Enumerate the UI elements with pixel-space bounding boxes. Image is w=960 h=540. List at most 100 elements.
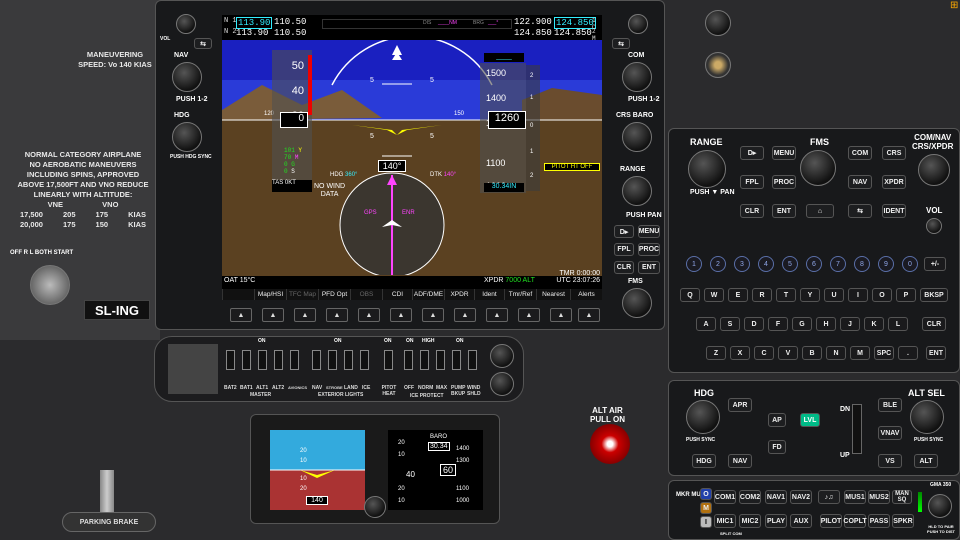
key-b[interactable]: B — [802, 346, 822, 360]
softkey-button[interactable]: ▲ — [454, 308, 476, 322]
com-knob[interactable] — [622, 62, 652, 92]
clr-button[interactable]: CLR — [740, 204, 764, 218]
standby-knob[interactable] — [364, 496, 386, 518]
alt2-switch[interactable] — [274, 350, 283, 370]
alt-sel-knob[interactable] — [910, 400, 944, 434]
key-a[interactable]: A — [696, 317, 716, 331]
pitot-heat-switch[interactable] — [384, 350, 393, 370]
ap-hdg-knob[interactable] — [686, 400, 720, 434]
fpl-button[interactable]: FPL — [614, 243, 634, 256]
comnav-knob[interactable] — [918, 154, 950, 186]
bat2-switch[interactable] — [226, 350, 235, 370]
vol-knob[interactable] — [926, 218, 942, 234]
ent-button[interactable]: ENT — [638, 261, 660, 274]
key-clr[interactable]: CLR — [922, 317, 946, 331]
direct-to-button[interactable]: D▸ — [614, 225, 634, 238]
pilot-button[interactable]: PILOT — [820, 514, 842, 528]
key-s[interactable]: S — [720, 317, 740, 331]
aux-button[interactable]: AUX — [790, 514, 812, 528]
ap-button[interactable]: AP — [768, 413, 786, 427]
proc-button[interactable]: PROC — [772, 175, 796, 189]
menu-button[interactable]: MENU — [772, 146, 796, 160]
proc-button[interactable]: PROC — [638, 243, 660, 256]
softkey-button[interactable]: ▲ — [486, 308, 508, 322]
instrument-knob[interactable] — [705, 10, 731, 36]
avionics-switch[interactable] — [290, 350, 299, 370]
menu-button[interactable]: MENU — [638, 225, 660, 238]
softkey-button[interactable]: ▲ — [550, 308, 572, 322]
mus2-button[interactable]: MUS2 — [868, 490, 890, 504]
nav-light-switch[interactable] — [312, 350, 321, 370]
key-bksp[interactable]: BKSP — [920, 288, 948, 302]
key-v[interactable]: V — [778, 346, 798, 360]
key-2[interactable]: 2 — [710, 256, 726, 272]
vs-button[interactable]: VS — [878, 454, 902, 468]
key-plusminus[interactable]: +/- — [924, 257, 946, 271]
nav-mode-button[interactable]: NAV — [728, 454, 752, 468]
mic1-button[interactable]: MIC1 — [714, 514, 736, 528]
nav-button[interactable]: NAV — [848, 175, 872, 189]
key-7[interactable]: 7 — [830, 256, 846, 272]
pass-button[interactable]: PASS — [868, 514, 890, 528]
key-1[interactable]: 1 — [686, 256, 702, 272]
range-knob[interactable] — [688, 150, 726, 188]
instrument-knob[interactable] — [705, 52, 731, 78]
ice-off-switch[interactable] — [404, 350, 413, 370]
key-t[interactable]: T — [776, 288, 796, 302]
key-ent[interactable]: ENT — [926, 346, 946, 360]
key-o[interactable]: O — [872, 288, 892, 302]
dimmer-knob[interactable] — [490, 372, 514, 396]
com-button[interactable]: COM — [848, 146, 872, 160]
softkey-button[interactable]: ▲ — [390, 308, 412, 322]
key-4[interactable]: 4 — [758, 256, 774, 272]
wind-shld-switch[interactable] — [468, 350, 477, 370]
ble-button[interactable]: BLE — [878, 398, 902, 412]
key-n[interactable]: N — [826, 346, 846, 360]
key-3[interactable]: 3 — [734, 256, 750, 272]
key-5[interactable]: 5 — [782, 256, 798, 272]
key-6[interactable]: 6 — [806, 256, 822, 272]
softkey-button[interactable]: ▲ — [326, 308, 348, 322]
com-vol-knob[interactable] — [628, 14, 648, 34]
crs-baro-knob[interactable] — [622, 122, 652, 152]
softkey-button[interactable]: ▲ — [518, 308, 540, 322]
key-x[interactable]: X — [730, 346, 750, 360]
music-button[interactable]: ♪♫ — [818, 490, 840, 504]
crs-button[interactable]: CRS — [882, 146, 906, 160]
nav1-button[interactable]: NAV1 — [765, 490, 787, 504]
fms-knob[interactable] — [800, 150, 836, 186]
clr-button[interactable]: CLR — [614, 261, 634, 274]
vnav-button[interactable]: VNAV — [878, 426, 902, 440]
key-c[interactable]: C — [754, 346, 774, 360]
key-spc[interactable]: SPC — [874, 346, 894, 360]
key-q[interactable]: Q — [680, 288, 700, 302]
land-switch[interactable] — [344, 350, 353, 370]
key-y[interactable]: Y — [800, 288, 820, 302]
key-8[interactable]: 8 — [854, 256, 870, 272]
key-f[interactable]: F — [768, 317, 788, 331]
direct-to-button[interactable]: D▸ — [740, 146, 764, 160]
alt1-switch[interactable] — [258, 350, 267, 370]
settings-icon[interactable]: ⊞ — [950, 0, 960, 11]
key-p[interactable]: P — [896, 288, 916, 302]
softkey-button[interactable]: ▲ — [230, 308, 252, 322]
key-dot[interactable]: . — [898, 346, 918, 360]
mic2-button[interactable]: MIC2 — [739, 514, 761, 528]
key-u[interactable]: U — [824, 288, 844, 302]
key-k[interactable]: K — [864, 317, 884, 331]
vertical-speed-wheel[interactable] — [852, 404, 862, 454]
range-knob[interactable] — [622, 176, 652, 206]
spkr-button[interactable]: SPKR — [892, 514, 914, 528]
com1-button[interactable]: COM1 — [714, 490, 736, 504]
key-0[interactable]: 0 — [902, 256, 918, 272]
home-button[interactable]: ⌂ — [806, 204, 834, 218]
coplt-button[interactable]: COPLT — [843, 514, 867, 528]
strobe-switch[interactable] — [328, 350, 337, 370]
fd-button[interactable]: FD — [768, 440, 786, 454]
lvl-button[interactable]: LVL — [800, 413, 820, 427]
alt-air-knob[interactable] — [590, 424, 630, 464]
com-swap-button[interactable]: ⇆ — [612, 38, 630, 49]
key-r[interactable]: R — [752, 288, 772, 302]
apr-button[interactable]: APR — [728, 398, 752, 412]
ice-max-switch[interactable] — [436, 350, 445, 370]
